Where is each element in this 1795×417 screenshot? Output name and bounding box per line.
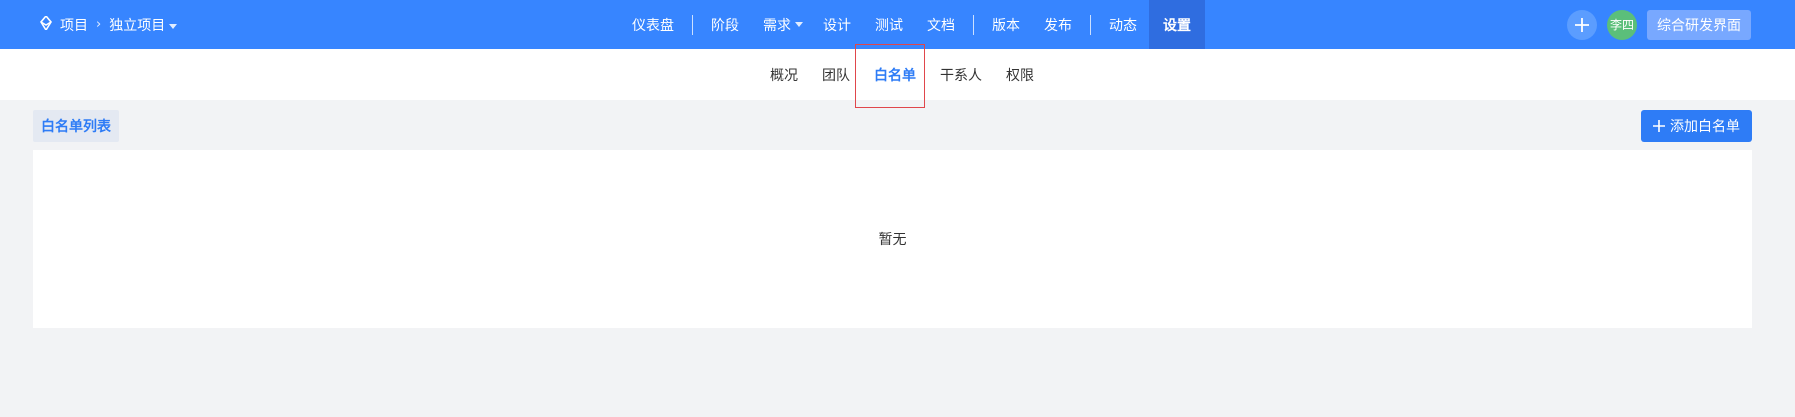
project-logo-icon xyxy=(40,14,52,34)
nav-divider xyxy=(1090,14,1091,35)
empty-state-text: 暂无 xyxy=(878,232,907,248)
create-button[interactable] xyxy=(1567,9,1597,40)
user-avatar[interactable]: 李四 xyxy=(1607,9,1637,40)
main-nav: 仪表盘 阶段 需求 设计 测试 文档 版本 发布 动态 设置 xyxy=(620,0,1205,49)
nav-item-version[interactable]: 版本 xyxy=(980,0,1032,49)
tab-permissions[interactable]: 权限 xyxy=(994,49,1046,100)
breadcrumb-root-link[interactable]: 项目 xyxy=(60,15,88,35)
nav-item-test[interactable]: 测试 xyxy=(863,0,915,49)
header-actions: 李四 综合研发界面 xyxy=(1567,0,1751,49)
top-navigation-bar: 项目 › 独立项目 仪表盘 阶段 需求 设计 测试 文档 版本 发布 动态 设置… xyxy=(0,0,1795,49)
tab-stakeholders[interactable]: 干系人 xyxy=(928,49,994,100)
whitelist-list-title: 白名单列表 xyxy=(33,110,119,142)
whitelist-panel: 暂无 xyxy=(33,150,1752,328)
nav-item-release[interactable]: 发布 xyxy=(1032,0,1084,49)
add-whitelist-label: 添加白名单 xyxy=(1670,119,1740,135)
plus-icon xyxy=(1653,120,1665,132)
nav-item-activity[interactable]: 动态 xyxy=(1097,0,1149,49)
breadcrumb-chevron-icon: › xyxy=(96,17,102,32)
breadcrumb: 项目 › 独立项目 xyxy=(40,0,178,49)
nav-item-requirements-label: 需求 xyxy=(763,17,791,34)
nav-item-dashboard[interactable]: 仪表盘 xyxy=(620,0,686,49)
project-name: 独立项目 xyxy=(109,17,166,34)
highlight-box xyxy=(855,44,925,108)
chevron-down-icon xyxy=(169,23,178,29)
project-selector[interactable]: 独立项目 xyxy=(109,15,178,35)
nav-item-settings[interactable]: 设置 xyxy=(1149,0,1205,49)
add-whitelist-button[interactable]: 添加白名单 xyxy=(1641,110,1752,142)
nav-item-stage[interactable]: 阶段 xyxy=(699,0,751,49)
nav-divider xyxy=(692,14,693,35)
nav-divider xyxy=(973,14,974,35)
tab-overview[interactable]: 概况 xyxy=(758,49,810,100)
workspace-switch-button[interactable]: 综合研发界面 xyxy=(1647,9,1751,40)
nav-item-requirements[interactable]: 需求 xyxy=(751,0,811,49)
chevron-down-icon xyxy=(795,22,803,27)
nav-item-design[interactable]: 设计 xyxy=(811,0,863,49)
nav-item-docs[interactable]: 文档 xyxy=(915,0,967,49)
plus-icon xyxy=(1575,17,1589,32)
